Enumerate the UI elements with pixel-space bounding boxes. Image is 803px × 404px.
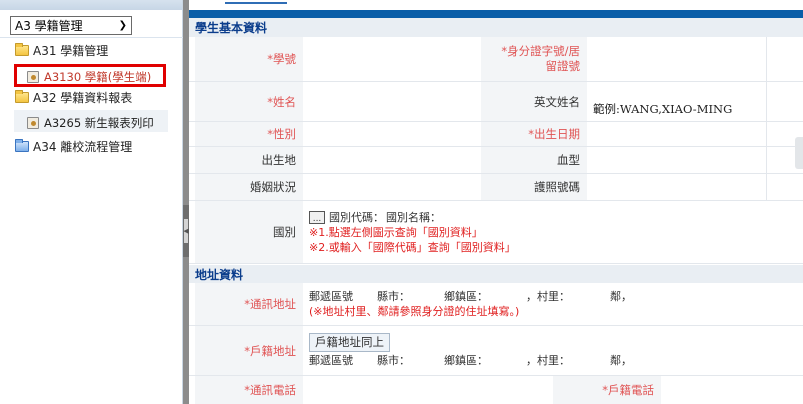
label-name: *姓名 — [195, 82, 303, 121]
form-row: *姓名 英文姓名 範例:WANG,XIAO-MING — [189, 82, 803, 122]
tree-item-a32[interactable]: A32 學籍資料報表 — [15, 89, 132, 106]
gender-value[interactable] — [303, 122, 481, 146]
label-mailing-phone: *通訊電話 — [195, 376, 303, 404]
module-select[interactable]: A3 學籍管理 ❯ — [10, 16, 132, 35]
mailing-address-line: 郵遞區號 縣市： 鄉鎮區： ，村里： 鄰， — [309, 289, 632, 304]
floating-side-tab[interactable] — [795, 137, 803, 169]
passport-value[interactable] — [587, 174, 767, 200]
tree-item-a31[interactable]: A31 學籍管理 — [15, 42, 108, 59]
village-label: ，村里： — [526, 354, 570, 367]
label-mailing-address: *通訊地址 — [195, 283, 303, 325]
form-row: 國別 ... 國別代碼： 國別名稱： ※1.點選左側圖示查詢「國別資料」 ※2.… — [189, 201, 803, 264]
nationality-field: ... 國別代碼： 國別名稱： ※1.點選左側圖示查詢「國別資料」 ※2.或輸入… — [303, 201, 803, 263]
nationality-code-label: 國別代碼： — [329, 210, 384, 224]
label-student-no: *學號 — [195, 37, 303, 81]
label-birthday: *出生日期 — [481, 122, 587, 146]
copy-address-button[interactable]: 戶籍地址同上 — [309, 333, 390, 352]
marital-value[interactable] — [303, 174, 481, 200]
label-household-phone: *戶籍電話 — [553, 376, 661, 404]
nationality-picker-button[interactable]: ... — [309, 210, 325, 224]
sidebar-header-strip — [0, 0, 182, 10]
label-blood-type: 血型 — [481, 147, 587, 173]
sidebar: A3 學籍管理 ❯ A31 學籍管理 A3130 學籍(學生端) A32 學籍資… — [0, 0, 183, 404]
label-english-name: 英文姓名 — [481, 82, 587, 121]
nationality-hint-1: ※1.點選左側圖示查詢「國別資料」 — [309, 225, 483, 239]
town-label: 鄉鎮區： — [444, 290, 488, 303]
birthplace-value[interactable] — [303, 147, 481, 173]
town-label: 鄉鎮區： — [444, 354, 488, 367]
top-strip — [189, 0, 803, 10]
label-id-no-text: *身分證字號/居留證號 — [501, 44, 580, 73]
label-id-no: *身分證字號/居留證號 — [481, 37, 587, 81]
section-title-address: 地址資料 — [189, 265, 803, 283]
blood-type-value[interactable] — [587, 147, 767, 173]
household-address-line: 郵遞區號 縣市： 鄉鎮區： ，村里： 鄰， — [309, 353, 632, 368]
document-gear-icon — [27, 117, 39, 129]
postal-label: 郵遞區號 — [309, 290, 353, 303]
tree-item-label: A31 學籍管理 — [33, 44, 109, 58]
header-bar — [189, 10, 803, 18]
nationality-hint-2: ※2.或輸入「國際代碼」查詢「國別資料」 — [309, 240, 516, 254]
column-divider — [766, 37, 767, 201]
mailing-address-field: 郵遞區號 縣市： 鄉鎮區： ，村里： 鄰， (※地址村里、鄰請參照身分證的住址填… — [303, 283, 803, 325]
form-row: *通訊電話 *戶籍電話 — [189, 376, 803, 404]
folder-blue-icon — [15, 139, 29, 152]
tree-item-a3265[interactable]: A3265 新生報表列印 — [27, 115, 154, 131]
neighbor-label: 鄰， — [610, 290, 632, 303]
nationality-picker-line: ... 國別代碼： 國別名稱： — [309, 210, 441, 225]
label-birthplace: 出生地 — [195, 147, 303, 173]
form-row: *性別 *出生日期 — [189, 122, 803, 147]
collapse-arrow-icon[interactable]: ◀ — [183, 219, 189, 243]
highlight-box — [14, 64, 166, 87]
tree-item-label: A34 離校流程管理 — [33, 140, 133, 154]
birthday-value[interactable] — [587, 122, 767, 146]
form-row: *學號 *身分證字號/居留證號 — [189, 37, 803, 82]
sidebar-divider — [0, 37, 183, 38]
household-address-field: 戶籍地址同上 郵遞區號 縣市： 鄉鎮區： ，村里： 鄰， — [303, 326, 803, 375]
form-row: 婚姻狀況 護照號碼 — [189, 174, 803, 201]
english-name-example: 範例:WANG,XIAO-MING — [587, 82, 803, 121]
main-panel: 學生基本資料 *學號 *身分證字號/居留證號 *姓名 英文姓名 範例:WANG,… — [189, 0, 803, 404]
active-tab-indicator — [225, 2, 287, 4]
label-marital: 婚姻狀況 — [195, 174, 303, 200]
tree-item-a34[interactable]: A34 離校流程管理 — [15, 138, 132, 155]
neighbor-label: 鄰， — [610, 354, 632, 367]
label-nationality: 國別 — [195, 201, 303, 263]
folder-open-icon — [15, 90, 29, 103]
form-row: *戶籍地址 戶籍地址同上 郵遞區號 縣市： 鄉鎮區： ，村里： 鄰， — [189, 326, 803, 376]
tree-item-label: A32 學籍資料報表 — [33, 91, 133, 105]
chevron-down-icon: ❯ — [118, 20, 127, 31]
student-no-value[interactable] — [303, 37, 481, 81]
label-gender: *性別 — [195, 122, 303, 146]
form-row: 出生地 血型 — [189, 147, 803, 174]
mailing-phone-value[interactable] — [303, 376, 553, 404]
name-value[interactable] — [303, 82, 481, 121]
id-no-value[interactable] — [587, 37, 767, 81]
postal-label: 郵遞區號 — [309, 354, 353, 367]
section-title-basic: 學生基本資料 — [189, 18, 803, 37]
village-label: ，村里： — [526, 290, 570, 303]
label-passport: 護照號碼 — [481, 174, 587, 200]
module-select-value: A3 學籍管理 — [15, 19, 83, 33]
city-label: 縣市： — [377, 354, 410, 367]
form-row: *通訊地址 郵遞區號 縣市： 鄉鎮區： ，村里： 鄰， (※地址村里、鄰請參照身… — [189, 283, 803, 326]
nationality-name-label: 國別名稱： — [386, 210, 441, 224]
city-label: 縣市： — [377, 290, 410, 303]
label-household-address: *戶籍地址 — [195, 326, 303, 375]
tree-item-label: A3265 新生報表列印 — [44, 116, 154, 130]
household-phone-value[interactable] — [661, 376, 803, 404]
address-note: (※地址村里、鄰請參照身分證的住址填寫。) — [309, 305, 520, 318]
folder-open-icon — [15, 43, 29, 56]
